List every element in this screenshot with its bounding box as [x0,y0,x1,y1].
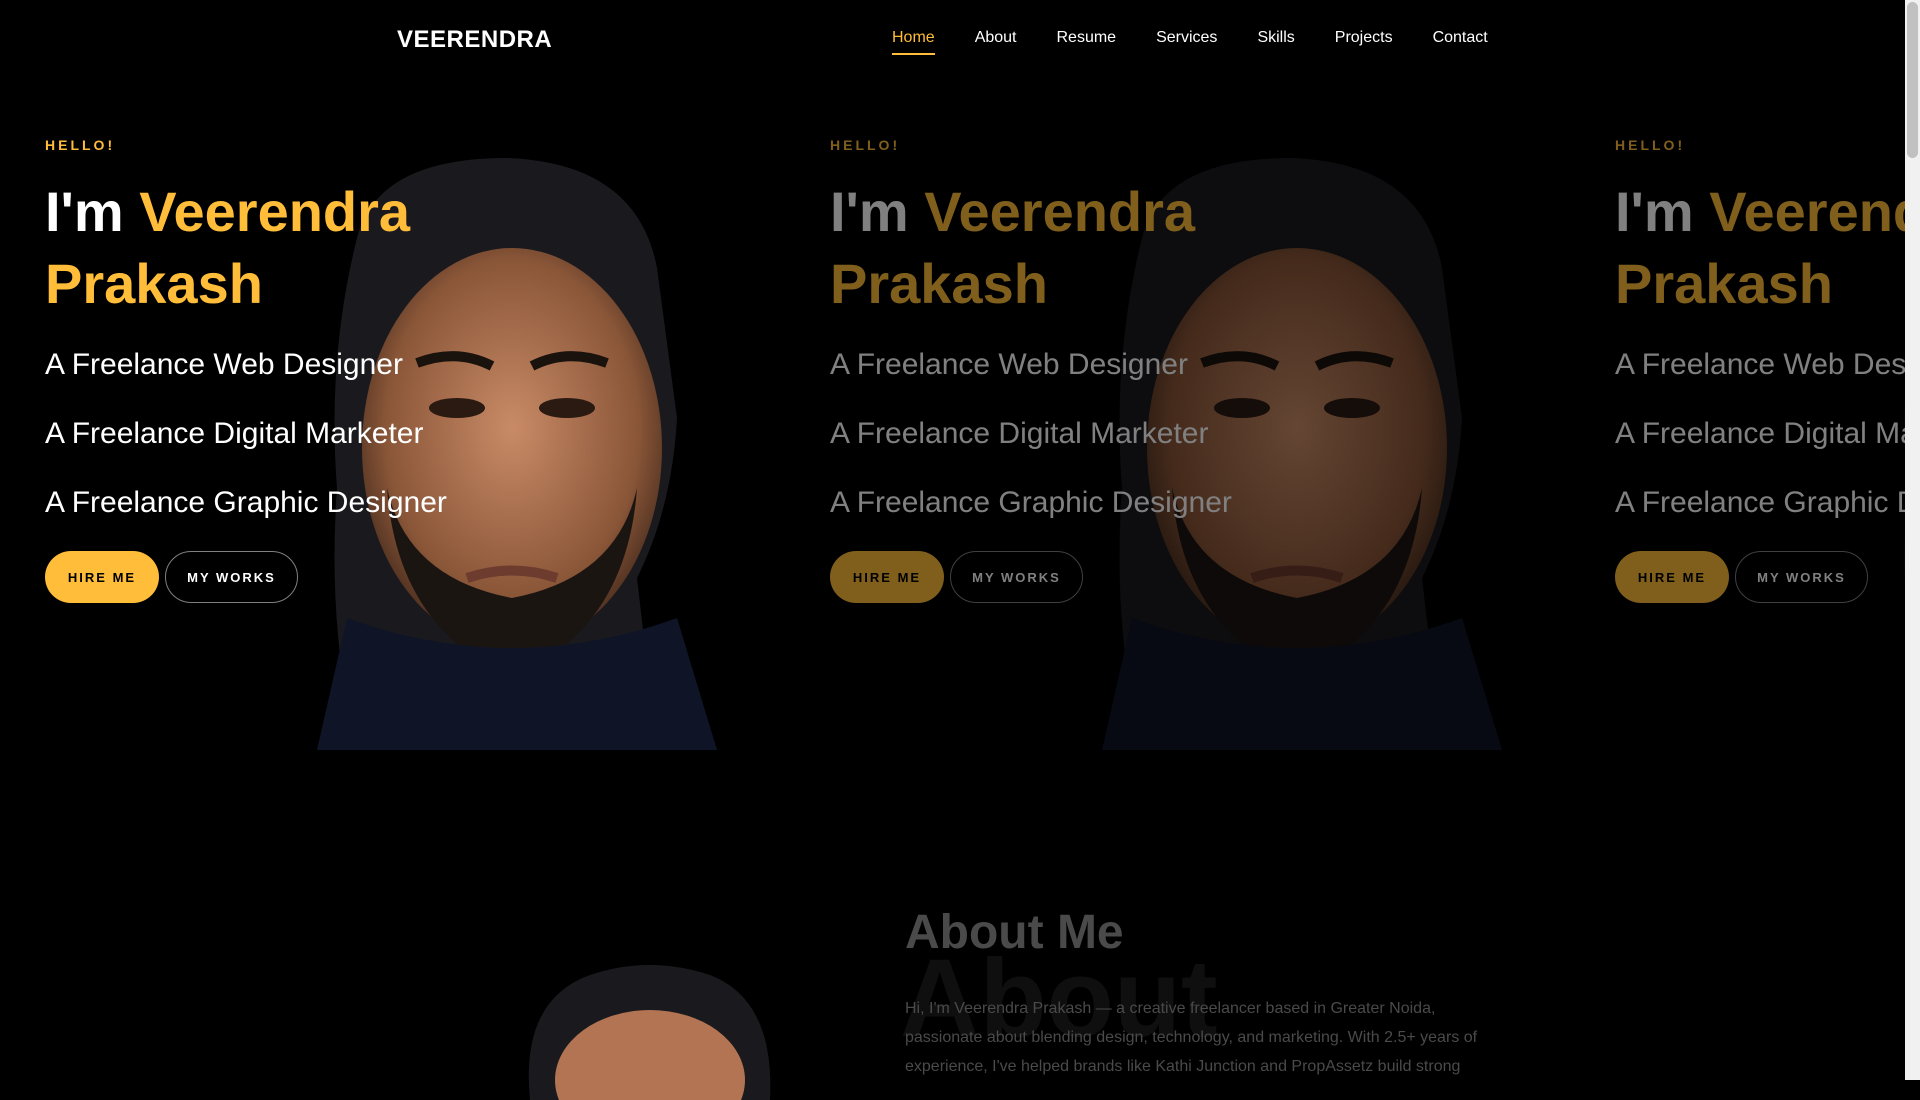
title-prefix: I'm [830,180,925,243]
hero-greeting: HELLO! [830,137,901,153]
my-works-button[interactable]: MY WORKS [950,551,1083,603]
nav-resume[interactable]: Resume [1057,29,1117,53]
hero-slide: HELLO! I'm Veerendra Prakash A Freelance… [785,0,1570,750]
nav-contact[interactable]: Contact [1433,29,1488,53]
about-title: About Me [905,906,1124,959]
hero-role: A Freelance Graphic Designer [1615,486,1905,519]
nav-skills[interactable]: Skills [1257,29,1294,53]
title-prefix: I'm [45,180,140,243]
nav-about[interactable]: About [975,29,1017,53]
hero-role: A Freelance Web Designer [1615,348,1905,381]
hire-me-button[interactable]: HIRE ME [1615,551,1729,603]
hero-title: I'm Veerendra Prakash [1615,176,1905,320]
hero-greeting: HELLO! [45,137,116,153]
my-works-button[interactable]: MY WORKS [165,551,298,603]
brand-logo[interactable]: VEERENDRA [397,26,552,54]
hero-role: A Freelance Graphic Designer [45,486,447,519]
nav-home[interactable]: Home [892,29,935,55]
title-prefix: I'm [1615,180,1710,243]
hero-role: A Freelance Graphic Designer [830,486,1232,519]
about-portrait-image [528,965,771,1100]
hero-greeting: HELLO! [1615,137,1686,153]
nav-menu: Home About Resume Services Skills Projec… [892,29,1528,55]
navbar: VEERENDRA Home About Resume Services Ski… [0,0,1905,80]
hero-role: A Freelance Digital Marketer [45,417,424,450]
nav-services[interactable]: Services [1156,29,1217,53]
nav-projects[interactable]: Projects [1335,29,1393,53]
hero-slide: HELLO! I'm Veerendra Prakash A Freelance… [0,0,785,750]
hero-role: A Freelance Web Designer [45,348,403,381]
hire-me-button[interactable]: HIRE ME [830,551,944,603]
hero-title: I'm Veerendra Prakash [45,176,605,320]
scrollbar-thumb[interactable] [1907,2,1918,158]
hire-me-button[interactable]: HIRE ME [45,551,159,603]
hero-role: A Freelance Web Designer [830,348,1188,381]
hero-title: I'm Veerendra Prakash [830,176,1390,320]
my-works-button[interactable]: MY WORKS [1735,551,1868,603]
hero-role: A Freelance Digital Marketer [830,417,1209,450]
page-scrollbar[interactable] [1905,0,1920,1080]
about-description: Hi, I'm Veerendra Prakash — a creative f… [905,1000,1478,1075]
hero-carousel: HELLO! I'm Veerendra Prakash A Freelance… [0,0,1905,750]
hero-role: A Freelance Digital Marketer [1615,417,1905,450]
hero-slide: HELLO! I'm Veerendra Prakash A Freelance… [1570,0,1905,750]
